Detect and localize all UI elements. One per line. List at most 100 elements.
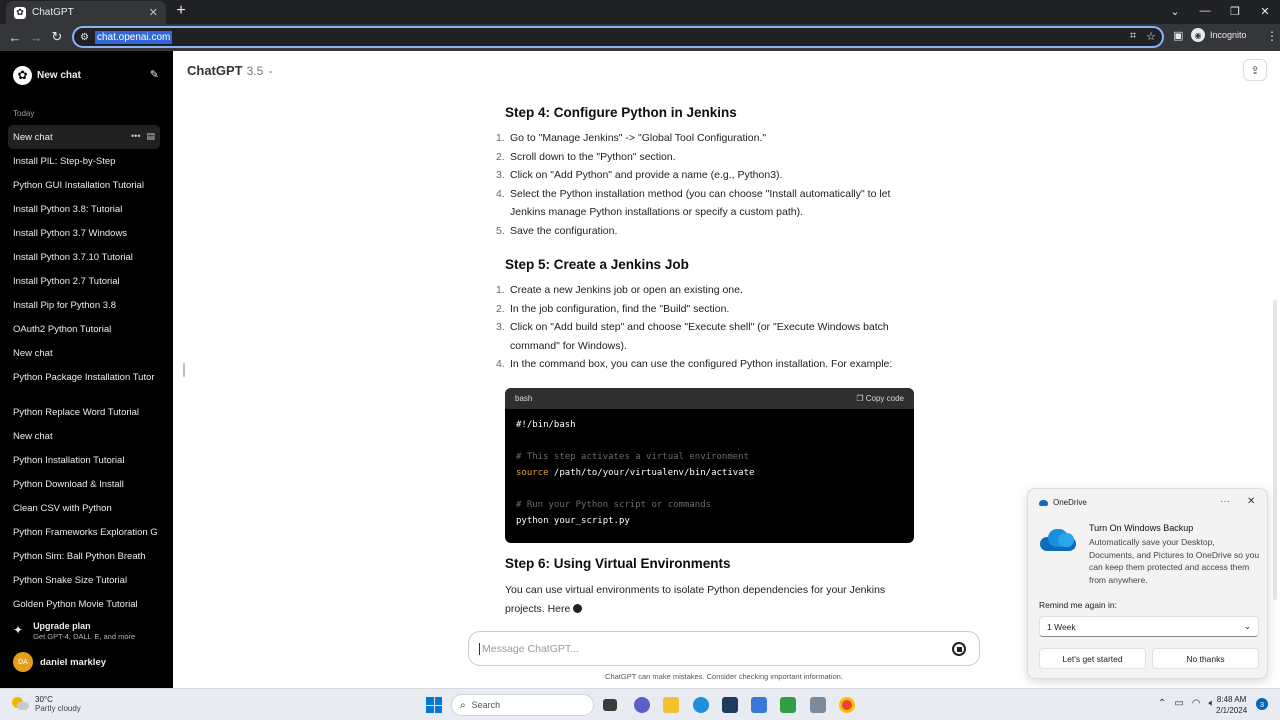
sidebar-item[interactable]: New chat [8, 341, 160, 365]
code-body: #!/bin/bash # This step activates a virt… [505, 409, 914, 537]
incognito-profile[interactable]: ◉ Incognito [1191, 28, 1247, 42]
sidebar-item[interactable]: Python GUI Installation Tutorial [8, 173, 160, 197]
no-thanks-button[interactable]: No thanks [1152, 648, 1259, 669]
visual-studio-icon[interactable] [751, 697, 767, 713]
list-item: 3. Click on "Add Python" and provide a na… [496, 169, 783, 182]
minimize-button[interactable]: — [1190, 0, 1220, 22]
model-selector[interactable]: ChatGPT 3.5 ⌄ [187, 63, 274, 78]
address-bar[interactable]: ⚙ chat.openai.com ⌗ ☆ [72, 26, 1164, 48]
sidebar-item-label: Python Snake Size Tutorial [13, 574, 128, 586]
weather-widget[interactable]: 30°C Partly cloudy [12, 695, 81, 713]
sidebar-item-label: Clean CSV with Python [13, 502, 112, 514]
archive-icon[interactable]: ▤ [146, 131, 155, 142]
app-icon[interactable] [810, 697, 826, 713]
step6-heading: Step 6: Using Virtual Environments [505, 556, 731, 571]
sidebar-item[interactable]: Install PIL: Step-by-Step [8, 149, 160, 173]
copy-code-button[interactable]: ❐ Copy code [856, 394, 904, 403]
site-info-icon[interactable]: ⚙ [80, 32, 89, 43]
sidebar-item[interactable]: Python Replace Word Tutorial [8, 400, 160, 424]
more-options-icon[interactable]: ••• [131, 131, 140, 142]
taskbar-clock[interactable]: 8:48 AM 2/1/2024 [1216, 694, 1247, 716]
message-input[interactable] [479, 642, 919, 655]
compose-icon[interactable]: ✎ [150, 68, 159, 81]
lets-get-started-button[interactable]: Let's get started [1039, 648, 1146, 669]
close-window-button[interactable]: ✕ [1250, 0, 1280, 22]
share-button[interactable]: ⇪ [1243, 59, 1267, 81]
sidebar-item[interactable]: Python Installation Tutorial [8, 448, 160, 472]
microsoft-store-icon[interactable] [722, 697, 738, 713]
back-button[interactable]: ← [6, 28, 24, 46]
sidebar-item[interactable]: Python Snake Size Tutorial [8, 568, 160, 592]
code-line: python your_script.py [516, 516, 630, 526]
sidebar-item[interactable]: Install Python 2.7 Tutorial [8, 269, 160, 293]
bookmark-star-icon[interactable]: ☆ [1146, 30, 1156, 43]
taskbar-search[interactable]: ⌕ Search [451, 694, 594, 716]
sidebar-collapse-handle[interactable] [183, 363, 185, 377]
sidebar-item[interactable]: Clean CSV with Python [8, 496, 160, 520]
remind-label: Remind me again in: [1039, 600, 1117, 610]
tab-search-icon[interactable]: ⌄ [1160, 0, 1190, 22]
chevron-up-icon[interactable]: ⌃ [1158, 698, 1166, 709]
onedrive-notification: OneDrive ··· ✕ Turn On Windows Backup Au… [1027, 488, 1268, 679]
wifi-icon[interactable]: ◠ [1192, 698, 1201, 709]
sidebar-item[interactable]: New chat [8, 424, 160, 448]
edge-browser-icon[interactable] [693, 697, 709, 713]
sidebar-item[interactable]: Install Pip for Python 3.8 [8, 293, 160, 317]
user-menu[interactable]: DA daniel markley [13, 652, 106, 672]
stop-generating-button[interactable] [952, 642, 966, 656]
avatar: DA [13, 652, 33, 672]
sidebar-item[interactable]: Python Frameworks Exploration G [8, 520, 160, 544]
chrome-browser-icon[interactable] [839, 697, 855, 713]
sidebar-item[interactable]: Python Download & Install [8, 472, 160, 496]
file-explorer-icon[interactable] [663, 697, 679, 713]
section-today: Today [13, 109, 35, 118]
network-icon[interactable]: ▭ [1174, 698, 1183, 709]
sidebar-new-chat[interactable]: ✿ New chat ✎ [13, 65, 159, 85]
sidebar-item-label: New chat [13, 430, 53, 442]
onedrive-cloud-icon [1040, 529, 1076, 551]
task-view-icon[interactable] [603, 699, 617, 711]
sidebar-item[interactable]: Install Python 3.7 Windows [8, 221, 160, 245]
remind-dropdown[interactable]: 1 Week ⌄ [1039, 616, 1259, 637]
incognito-eye-icon[interactable]: ⌗ [1130, 30, 1136, 43]
sidebar-item[interactable]: Python Sim: Ball Python Breath [8, 544, 160, 568]
sidebar-item[interactable]: Golden Python Movie Tutorial [8, 592, 160, 616]
toast-body: Automatically save your Desktop, Documen… [1089, 537, 1260, 585]
reload-button[interactable]: ↻ [48, 28, 66, 46]
sidebar-item-label: Install Python 3.7.10 Tutorial [13, 251, 133, 263]
upgrade-plan-button[interactable]: ✦ Upgrade plan Get GPT-4, DALL·E, and mo… [13, 621, 135, 641]
openai-logo-icon: ✿ [13, 65, 32, 85]
share-icon: ⇪ [1250, 64, 1260, 77]
teams-chat-icon[interactable] [634, 697, 650, 713]
browser-tab[interactable]: ✿ ChatGPT ✕ [6, 1, 166, 24]
clipboard-icon: ❐ [856, 394, 866, 403]
list-item: 4. Select the Python installation method … [496, 187, 891, 219]
sidebar-item[interactable]: OAuth2 Python Tutorial [8, 317, 160, 341]
volume-icon[interactable]: 🔈︎ [1209, 698, 1215, 709]
url-text[interactable]: chat.openai.com [94, 30, 173, 44]
forward-button[interactable]: → [27, 28, 45, 46]
app-icon[interactable] [780, 697, 796, 713]
browser-menu-icon[interactable]: ⋮ [1266, 29, 1278, 43]
temperature: 30°C [35, 695, 53, 704]
sidebar-item[interactable]: Python Package Installation Tutor [8, 365, 160, 389]
maximize-button[interactable]: ❐ [1220, 0, 1250, 22]
scrollbar[interactable] [1273, 300, 1277, 600]
tab-title: ChatGPT [32, 7, 74, 18]
sidebar-item[interactable]: Install Python 3.7.10 Tutorial [8, 245, 160, 269]
side-panel-icon[interactable]: ▣ [1173, 29, 1183, 42]
sidebar-item-active[interactable]: New chat ••• ▤ [8, 125, 160, 149]
new-tab-button[interactable]: + [172, 2, 190, 20]
incognito-label: Incognito [1210, 30, 1247, 40]
sidebar-item-label: Install Python 3.8: Tutorial [13, 203, 123, 215]
toast-app-name: OneDrive [1053, 498, 1087, 507]
sidebar-item[interactable]: Install Python 3.8: Tutorial [8, 197, 160, 221]
tab-close-icon[interactable]: ✕ [149, 6, 158, 19]
notification-badge[interactable]: 3 [1256, 698, 1268, 710]
code-header: bash ❐ Copy code [505, 388, 914, 409]
close-icon[interactable]: ✕ [1247, 496, 1255, 507]
more-options-icon[interactable]: ··· [1220, 496, 1230, 507]
sparkle-icon: ✦ [13, 623, 24, 637]
windows-start-icon[interactable] [426, 697, 442, 713]
list-item: 1. Create a new Jenkins job or open an ex… [496, 284, 743, 296]
